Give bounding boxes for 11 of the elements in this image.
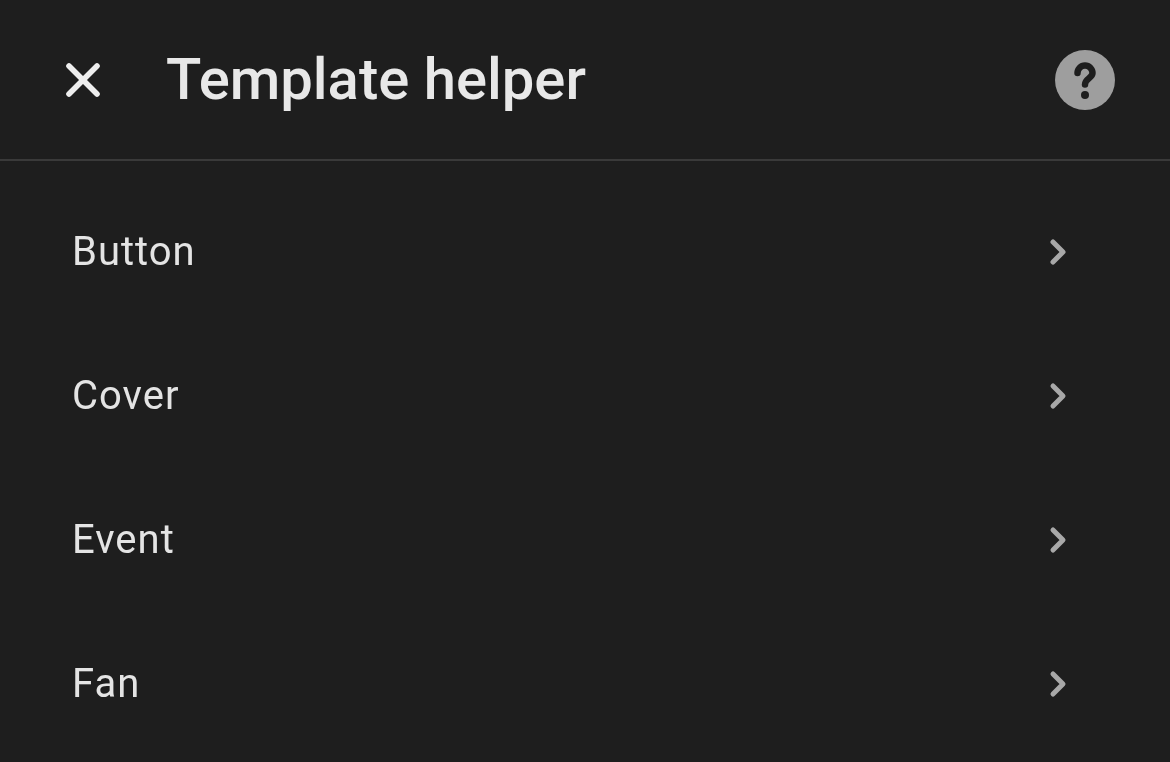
list-item[interactable]: Event — [0, 468, 1170, 612]
item-label: Event — [72, 515, 175, 565]
help-button[interactable] — [1054, 48, 1116, 111]
item-label: Fan — [72, 659, 141, 709]
list-item[interactable]: Fan — [0, 612, 1170, 756]
help-icon — [1055, 49, 1115, 110]
list-item[interactable]: Cover — [0, 324, 1170, 468]
list-item[interactable]: Button — [0, 180, 1170, 324]
dialog-title: Template helper — [166, 44, 586, 115]
item-label: Cover — [72, 371, 180, 421]
item-label: Button — [72, 227, 196, 277]
